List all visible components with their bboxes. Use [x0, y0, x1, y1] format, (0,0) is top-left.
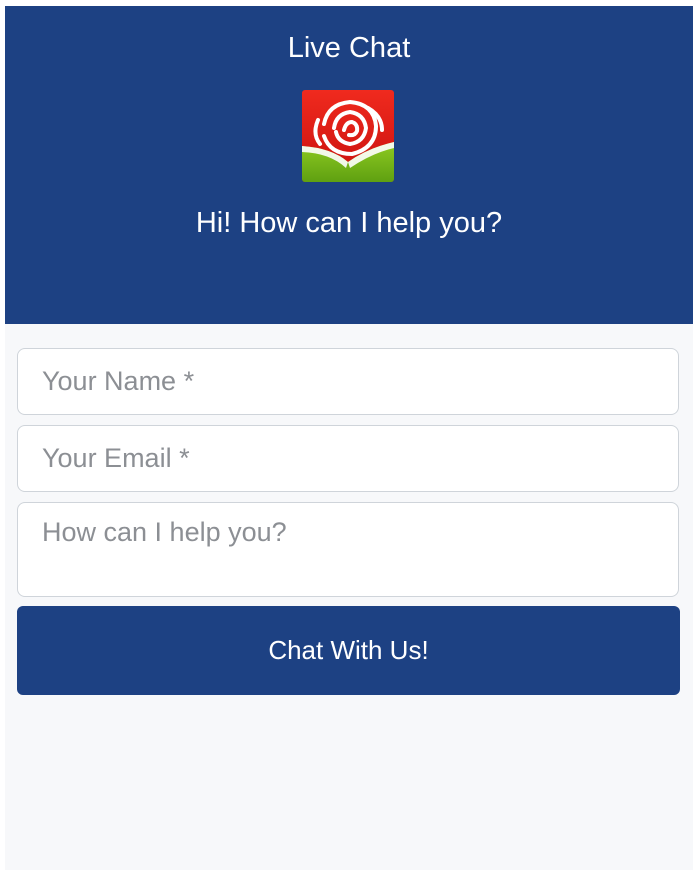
chat-header: Live Chat Hi! How can I help you? [5, 6, 693, 324]
rose-icon [302, 90, 394, 182]
chat-with-us-button[interactable]: Chat With Us! [17, 606, 680, 695]
message-textarea[interactable] [17, 502, 679, 597]
name-input[interactable] [17, 348, 679, 415]
email-input[interactable] [17, 425, 679, 492]
greeting-text: Hi! How can I help you? [195, 207, 503, 239]
chat-title: Live Chat [287, 32, 411, 64]
live-chat-widget: Live Chat Hi! How can I help you? Your N… [5, 6, 693, 870]
